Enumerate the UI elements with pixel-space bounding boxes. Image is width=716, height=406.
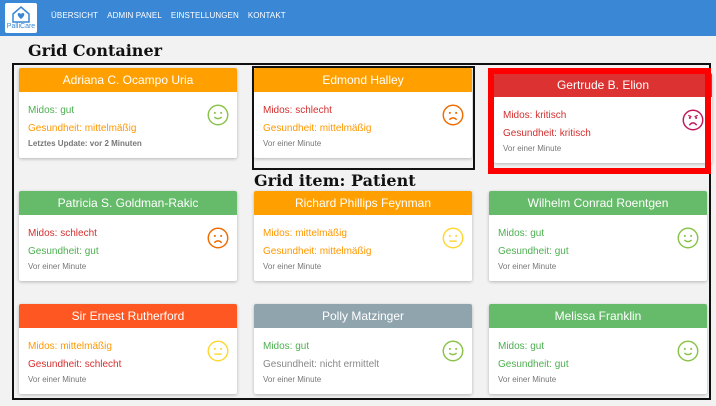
navbar: PalliCare ÜBERSICHT ADMIN PANEL EINSTELL…	[0, 0, 716, 36]
gesundheit-status: Gesundheit: mittelmäßig	[28, 123, 137, 134]
patient-card-body: Midos: schlecht Gesundheit: gut Vor einer …	[19, 215, 237, 281]
midos-status: Midos: schlecht	[28, 228, 97, 239]
midos-status: Midos: gut	[498, 341, 545, 352]
midos-status: Midos: gut	[498, 228, 545, 239]
gesundheit-status: Gesundheit: schlecht	[28, 359, 122, 370]
happy-face-icon	[207, 104, 229, 126]
patient-name-header[interactable]: Sir Ernest Rutherford	[19, 304, 237, 328]
patient-card[interactable]: Polly Matzinger Midos: gut Gesundheit: nic…	[254, 304, 472, 394]
grid-container-annotation: Grid Container	[28, 41, 163, 60]
home-heart-icon	[12, 6, 30, 23]
patient-card[interactable]: Melissa Franklin Midos: gut Gesundheit: gu…	[489, 304, 707, 394]
patient-name-header[interactable]: Polly Matzinger	[254, 304, 472, 328]
happy-face-icon	[442, 340, 464, 362]
sad-face-icon	[207, 227, 229, 249]
nav-links: ÜBERSICHT ADMIN PANEL EINSTELLUNGEN KONT…	[51, 11, 286, 20]
critical-patient-highlight	[488, 68, 711, 174]
nav-link-kontakt[interactable]: KONTAKT	[248, 11, 286, 20]
midos-status: Midos: mittelmäßig	[28, 341, 112, 352]
patient-card-body: Midos: gut Gesundheit: nicht ermittelt Vor…	[254, 328, 472, 394]
midos-status: Midos: mittelmäßig	[263, 228, 347, 239]
patient-card[interactable]: Richard Phillips Feynman Midos: mittelmäß…	[254, 191, 472, 281]
patient-card[interactable]: Adriana C. Ocampo Uria Midos: gut Gesundhe…	[19, 68, 237, 158]
last-update: Vor einer Minute	[263, 375, 322, 384]
last-update: Vor einer Minute	[28, 262, 87, 271]
logo-text: PalliCare	[6, 23, 36, 30]
patient-card[interactable]: Sir Ernest Rutherford Midos: mittelmäßig G…	[19, 304, 237, 394]
happy-face-icon	[677, 227, 699, 249]
nav-link-einstellungen[interactable]: EINSTELLUNGEN	[171, 11, 239, 20]
last-update: Vor einer Minute	[498, 375, 557, 384]
patient-name-header[interactable]: Richard Phillips Feynman	[254, 191, 472, 215]
gesundheit-status: Gesundheit: gut	[498, 359, 569, 370]
pallicare-logo[interactable]: PalliCare	[5, 3, 37, 33]
nav-link-admin-panel[interactable]: ADMIN PANEL	[107, 11, 162, 20]
neutral-face-icon	[207, 340, 229, 362]
midos-status: Midos: gut	[263, 341, 310, 352]
happy-face-icon	[677, 340, 699, 362]
patient-card-body: Midos: mittelmäßig Gesundheit: mittelmäßi…	[254, 215, 472, 281]
patient-card-body: Midos: mittelmäßig Gesundheit: schlecht Vo…	[19, 328, 237, 394]
patient-name-header[interactable]: Patricia S. Goldman-Rakic	[19, 191, 237, 215]
patient-card-body: Midos: gut Gesundheit: gut Vor einer Minut…	[489, 215, 707, 281]
grid-item-outline	[252, 66, 475, 170]
gesundheit-status: Gesundheit: mittelmäßig	[263, 246, 372, 257]
patient-name-header[interactable]: Adriana C. Ocampo Uria	[19, 68, 237, 92]
gesundheit-status: Gesundheit: gut	[498, 246, 569, 257]
patient-name-header[interactable]: Wilhelm Conrad Roentgen	[489, 191, 707, 215]
gesundheit-status: Gesundheit: gut	[28, 246, 99, 257]
patient-card[interactable]: Patricia S. Goldman-Rakic Midos: schlecht…	[19, 191, 237, 281]
patient-name-header[interactable]: Melissa Franklin	[489, 304, 707, 328]
patient-card-body: Midos: gut Gesundheit: gut Vor einer Minut…	[489, 328, 707, 394]
last-update: Vor einer Minute	[498, 262, 557, 271]
last-update: Vor einer Minute	[28, 375, 87, 384]
patient-card-body: Midos: gut Gesundheit: mittelmäßig Letztes…	[19, 92, 237, 158]
patient-card[interactable]: Wilhelm Conrad Roentgen Midos: gut Gesundh…	[489, 191, 707, 281]
nav-link-uebersicht[interactable]: ÜBERSICHT	[51, 11, 98, 20]
midos-status: Midos: gut	[28, 105, 75, 116]
neutral-face-icon	[442, 227, 464, 249]
last-update: Vor einer Minute	[263, 262, 322, 271]
last-update: Letztes Update: vor 2 Minuten	[28, 139, 142, 148]
gesundheit-status: Gesundheit: nicht ermittelt	[263, 359, 380, 370]
